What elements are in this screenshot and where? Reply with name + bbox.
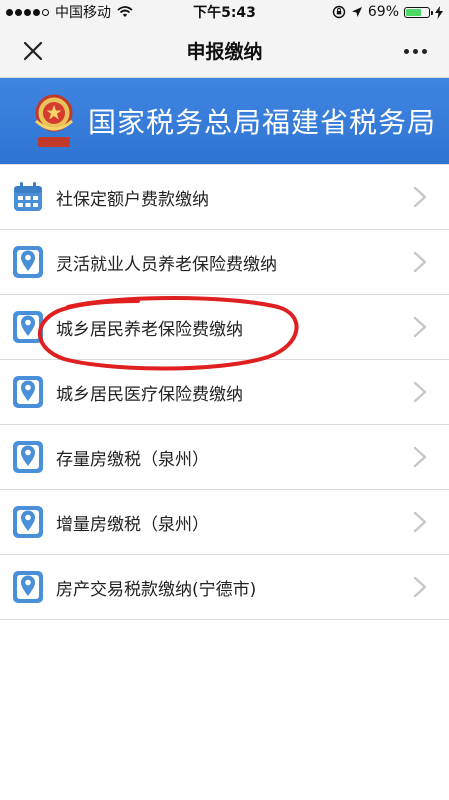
location-arrow-icon xyxy=(351,7,362,17)
more-icon xyxy=(403,48,409,54)
chevron-right-icon xyxy=(413,316,427,338)
location-pin-icon xyxy=(10,503,46,541)
menu-item-urban-rural-pension[interactable]: 城乡居民养老保险费缴纳 xyxy=(0,295,449,360)
banner-title: 国家税务总局福建省税务局 xyxy=(88,106,437,139)
location-pin-icon xyxy=(10,373,46,411)
chevron-right-icon xyxy=(413,576,427,598)
battery-level-fill xyxy=(406,8,422,16)
carrier-name: 中国移动 xyxy=(55,5,111,21)
menu-item-property-transaction-tax[interactable]: 房产交易税款缴纳(宁德市) xyxy=(0,555,449,620)
location-pin-icon xyxy=(10,308,46,346)
menu-item-label: 社保定额户费款缴纳 xyxy=(56,189,209,210)
location-pin-icon xyxy=(10,568,46,606)
orientation-lock-icon xyxy=(332,5,346,19)
battery-percent: 69% xyxy=(367,4,399,20)
calendar-icon xyxy=(10,178,46,216)
menu-item-label: 增量房缴税（泉州） xyxy=(56,514,209,535)
status-bar: 中国移动 下午5:43 69% xyxy=(0,0,449,24)
more-button[interactable] xyxy=(397,36,433,66)
chevron-right-icon xyxy=(413,381,427,403)
service-menu-list: 社保定额户费款缴纳 灵活就业人员养老保险费缴纳 城乡居民养老保险费缴纳 城乡居民… xyxy=(0,164,449,620)
location-pin-icon xyxy=(10,438,46,476)
charging-bolt-icon xyxy=(435,5,443,19)
menu-item-social-security-fixed-fee[interactable]: 社保定额户费款缴纳 xyxy=(0,165,449,230)
menu-item-label: 灵活就业人员养老保险费缴纳 xyxy=(56,254,277,275)
more-icon-dot xyxy=(421,48,427,54)
wifi-icon xyxy=(117,6,133,17)
menu-item-label: 存量房缴税（泉州） xyxy=(56,449,209,470)
menu-item-existing-house-tax[interactable]: 存量房缴税（泉州） xyxy=(0,425,449,490)
chevron-right-icon xyxy=(413,446,427,468)
chevron-right-icon xyxy=(413,511,427,533)
more-icon-dot xyxy=(412,48,418,54)
menu-item-label: 房产交易税款缴纳(宁德市) xyxy=(56,579,257,600)
menu-item-urban-rural-medical[interactable]: 城乡居民医疗保险费缴纳 xyxy=(0,360,449,425)
page-title: 申报缴纳 xyxy=(186,41,263,63)
menu-item-label: 城乡居民养老保险费缴纳 xyxy=(56,319,243,340)
tax-emblem-icon xyxy=(35,94,73,147)
nav-bar: 申报缴纳 xyxy=(0,24,449,78)
menu-item-new-house-tax[interactable]: 增量房缴税（泉州） xyxy=(0,490,449,555)
close-icon xyxy=(23,41,43,61)
location-pin-icon xyxy=(10,243,46,281)
close-button[interactable] xyxy=(18,36,48,66)
battery-icon xyxy=(404,6,433,18)
signal-strength-icon xyxy=(6,8,51,16)
chevron-right-icon xyxy=(413,251,427,273)
banner: 国家税务总局福建省税务局 xyxy=(0,78,449,164)
menu-item-label: 城乡居民医疗保险费缴纳 xyxy=(56,384,243,405)
chevron-right-icon xyxy=(413,186,427,208)
menu-item-flexible-employment-pension[interactable]: 灵活就业人员养老保险费缴纳 xyxy=(0,230,449,295)
